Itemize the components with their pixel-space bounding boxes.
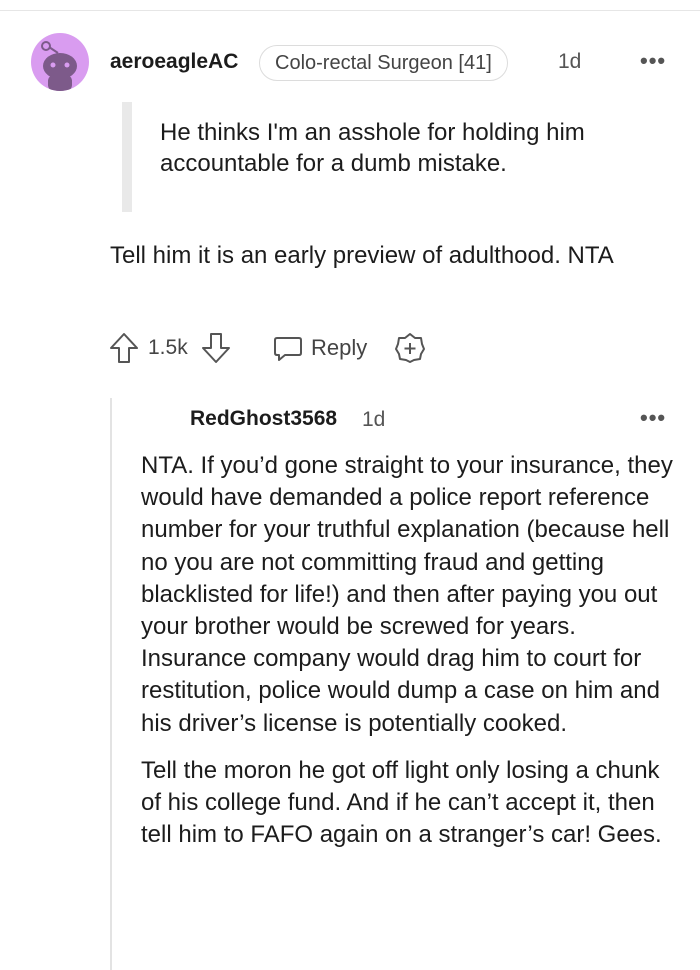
comment-header: aeroeagleAC Colo-rectal Surgeon [41] 1d … [31, 33, 681, 91]
reply-button[interactable]: Reply [273, 330, 367, 366]
downvote-button[interactable] [200, 330, 232, 366]
reply-paragraph: NTA. If you’d gone straight to your insu… [141, 452, 673, 737]
quote-bar [122, 102, 132, 212]
comment-body: Tell him it is an early preview of adult… [110, 242, 614, 269]
reply-author[interactable]: RedGhost3568 [190, 407, 337, 431]
snoo-avatar-icon [41, 41, 77, 91]
award-plus-icon [395, 333, 425, 363]
comment-age: 1d [558, 50, 582, 73]
top-divider [0, 10, 700, 11]
vote-score: 1.5k [148, 336, 188, 359]
comment-bubble-icon [274, 337, 302, 361]
award-button[interactable] [394, 330, 426, 366]
reply-paragraph: Tell the moron he got off light only los… [141, 756, 662, 849]
downvote-arrow-icon [202, 333, 230, 363]
user-flair: Colo-rectal Surgeon [41] [259, 45, 508, 81]
upvote-arrow-icon [110, 333, 138, 363]
reply-body: NTA. If you’d gone straight to your insu… [141, 450, 681, 866]
upvote-button[interactable] [108, 330, 140, 366]
comment-author[interactable]: aeroeagleAC [110, 50, 238, 74]
comment-actions: 1.5k Reply [108, 330, 448, 366]
thread-line[interactable] [110, 398, 112, 970]
quoted-text: He thinks I'm an asshole for holding him… [160, 119, 585, 177]
more-options-icon[interactable]: ••• [640, 48, 666, 74]
reply-more-options-icon[interactable]: ••• [640, 405, 666, 431]
avatar[interactable] [31, 33, 89, 91]
reply-age: 1d [362, 408, 386, 431]
reply-label: Reply [311, 335, 368, 360]
